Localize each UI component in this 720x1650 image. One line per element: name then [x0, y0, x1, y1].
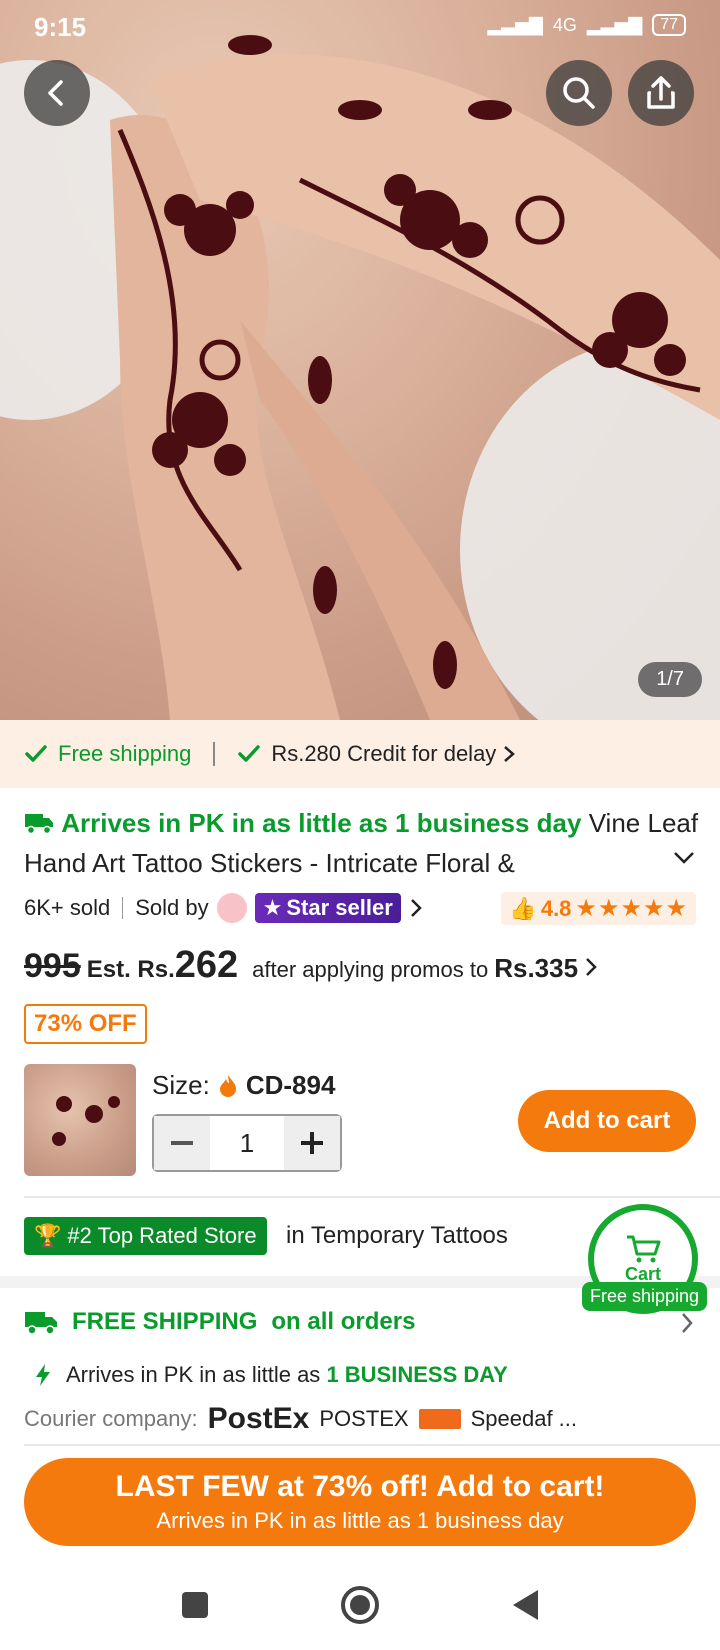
- chevron-down-icon[interactable]: [672, 850, 696, 866]
- discount-badge: 73% OFF: [24, 1004, 147, 1044]
- increase-button[interactable]: [284, 1116, 340, 1170]
- lightning-icon: [36, 1364, 50, 1386]
- back-button[interactable]: [24, 60, 90, 126]
- search-button[interactable]: [546, 60, 612, 126]
- plus-icon: [301, 1132, 323, 1154]
- seller-logo[interactable]: [216, 893, 247, 923]
- last-few-cta-button[interactable]: LAST FEW at 73% off! Add to cart! Arrive…: [24, 1458, 696, 1546]
- free-shipping-label: Free shipping: [58, 741, 192, 766]
- divider: [24, 1444, 720, 1446]
- back-arrow-icon: [48, 80, 63, 106]
- quantity-stepper: 1: [152, 1114, 342, 1172]
- truck-icon: [25, 1312, 57, 1335]
- rating-stars: ★★★★★: [575, 895, 688, 922]
- sku-thumbnail[interactable]: [24, 1064, 136, 1176]
- store-category[interactable]: in Temporary Tattoos: [286, 1222, 508, 1250]
- free-shipping-subtitle: on all orders: [271, 1308, 416, 1335]
- arrives-prefix: Arrives in PK in as little as: [66, 1362, 321, 1387]
- top-rated-label: #2 Top Rated Store: [67, 1223, 257, 1248]
- product-page: 9:15 ▂▃▅▇ 4G ▂▃▅▇ 77 1/7 Free shipping R…: [0, 0, 720, 1650]
- star-seller-label: Star seller: [286, 895, 393, 920]
- status-bar: 9:15 ▂▃▅▇ 4G ▂▃▅▇ 77: [0, 0, 720, 56]
- size-value: CD-894: [245, 1070, 336, 1100]
- minus-icon: [171, 1141, 193, 1145]
- divider: [122, 897, 124, 919]
- status-time: 9:15: [34, 12, 87, 42]
- share-button[interactable]: [628, 60, 694, 126]
- network-label: 4G: [552, 14, 577, 35]
- promo-price[interactable]: Rs.335: [494, 953, 578, 984]
- chevron-right-icon[interactable]: [409, 898, 423, 918]
- courier-speedaf: Speedaf ...: [470, 1406, 578, 1431]
- credit-delay-label: Rs.280 Credit for delay: [271, 741, 497, 766]
- sold-count: 6K+ sold: [24, 895, 111, 920]
- arrives-label: Arrives in PK in as little as 1 business…: [61, 808, 582, 838]
- search-icon: [563, 77, 595, 109]
- divider: [213, 742, 216, 766]
- system-nav-bar: [0, 1560, 720, 1650]
- flame-icon: [219, 1074, 236, 1097]
- thumbnail-art: [52, 1096, 120, 1146]
- decrease-button[interactable]: [154, 1116, 210, 1170]
- cta-sub-text: Arrives in PK in as little as 1 business…: [156, 1508, 564, 1533]
- image-counter: 1/7: [638, 662, 702, 697]
- courier-row: Courier company: PostEx POSTEX Speedaf .…: [24, 1402, 577, 1436]
- free-shipping-row[interactable]: FREE SHIPPING on all orders: [24, 1308, 415, 1336]
- signal-icon: ▂▃▅▇: [487, 14, 543, 35]
- status-icons: ▂▃▅▇ 4G ▂▃▅▇ 77: [487, 14, 686, 36]
- promo-text: after applying promos to: [252, 957, 489, 982]
- recents-button[interactable]: [180, 1590, 210, 1620]
- cart-icon: [627, 1235, 661, 1262]
- thumbs-up-icon: 👍: [509, 895, 537, 921]
- arrives-highlight: 1 BUSINESS DAY: [326, 1362, 508, 1387]
- chevron-right-icon[interactable]: [584, 957, 598, 977]
- size-label: Size: CD-894: [152, 1070, 335, 1101]
- henna-hands-illustration: [110, 35, 720, 720]
- postex-logo: PostEx: [207, 1402, 310, 1435]
- rating-badge[interactable]: 👍 4.8 ★★★★★: [501, 892, 696, 925]
- est-label: Est. Rs.: [86, 956, 175, 983]
- rating-value: 4.8: [540, 895, 572, 921]
- price-row: 995 Est. Rs. 262 after applying promos t…: [24, 944, 598, 994]
- divider: [24, 1196, 720, 1198]
- product-image[interactable]: 9:15 ▂▃▅▇ 4G ▂▃▅▇ 77 1/7: [0, 0, 720, 720]
- chevron-right-icon: [504, 746, 516, 762]
- share-icon: [647, 76, 675, 109]
- truck-icon: [25, 814, 53, 835]
- speedaf-logo: [418, 1409, 461, 1429]
- trophy-icon: 🏆: [34, 1223, 62, 1248]
- battery-icon: 77: [652, 14, 686, 36]
- star-seller-badge[interactable]: ★ Star seller: [254, 893, 401, 923]
- courier-label: Courier company:: [24, 1406, 198, 1431]
- meta-row: 6K+ sold Sold by ★ Star seller: [24, 888, 423, 928]
- top-rated-badge[interactable]: 🏆 #2 Top Rated Store: [24, 1217, 267, 1255]
- home-button[interactable]: [340, 1585, 380, 1625]
- delivery-estimate: Arrives in PK in as little as 1 BUSINESS…: [34, 1362, 508, 1388]
- free-shipping-title: FREE SHIPPING: [72, 1308, 258, 1335]
- check-icon: [238, 745, 261, 762]
- chevron-right-icon[interactable]: [680, 1312, 694, 1334]
- star-icon: ★: [262, 895, 283, 920]
- quantity-value[interactable]: 1: [210, 1128, 284, 1159]
- size-label-text: Size:: [152, 1070, 210, 1100]
- signal-icon-2: ▂▃▅▇: [586, 14, 643, 35]
- back-nav-button[interactable]: [510, 1588, 540, 1622]
- check-icon: [25, 745, 47, 762]
- courier-postex: POSTEX: [319, 1406, 409, 1431]
- sold-by-label: Sold by: [135, 895, 209, 920]
- product-title[interactable]: Arrives in PK in as little as 1 business…: [24, 803, 704, 883]
- shipping-banner[interactable]: Free shipping Rs.280 Credit for delay: [0, 720, 720, 788]
- add-to-cart-button[interactable]: Add to cart: [518, 1090, 696, 1152]
- current-price: 262: [174, 944, 239, 986]
- original-price: 995: [24, 947, 81, 985]
- cta-main-text: LAST FEW at 73% off! Add to cart!: [115, 1470, 605, 1503]
- cart-free-shipping-label: Free shipping: [582, 1282, 708, 1311]
